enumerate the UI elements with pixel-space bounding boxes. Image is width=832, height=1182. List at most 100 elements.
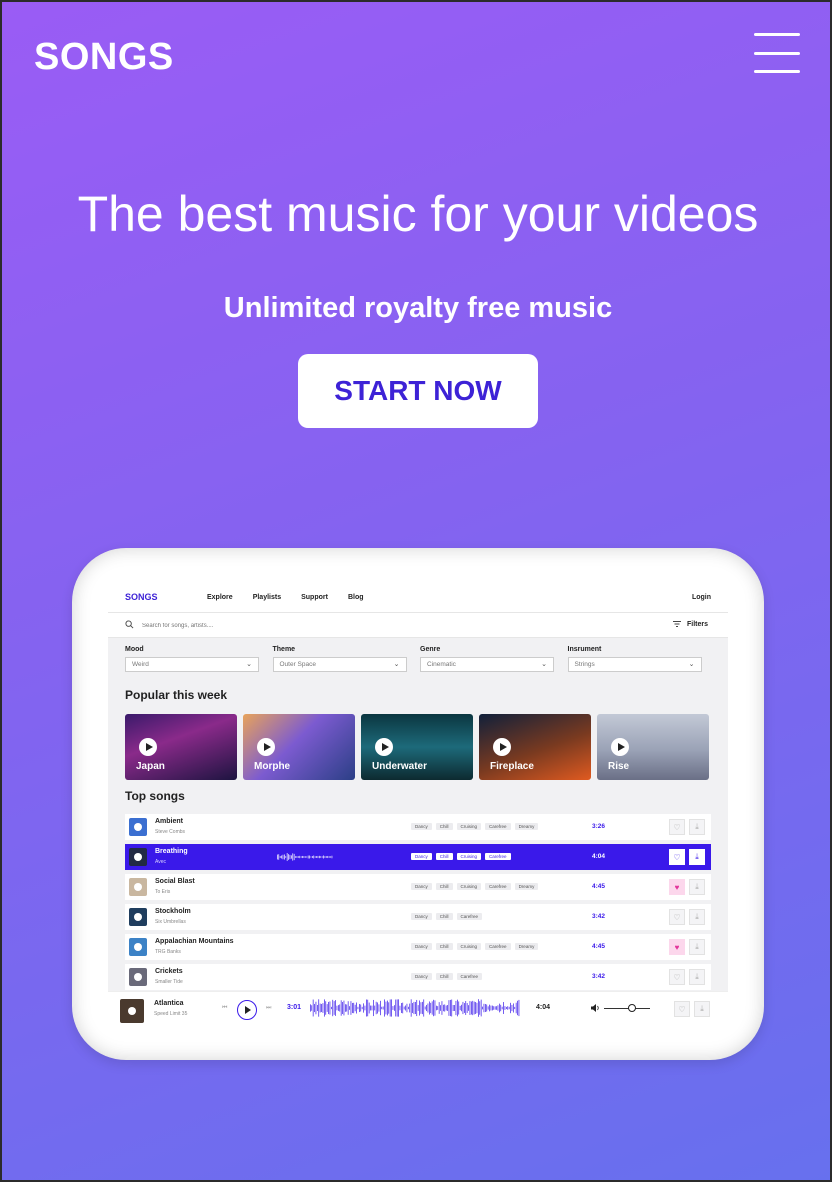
tag-badge[interactable]: Carefree bbox=[485, 883, 511, 890]
tag-badge[interactable]: Chill bbox=[435, 853, 453, 860]
top-songs-heading: Top songs bbox=[125, 789, 185, 803]
play-icon[interactable] bbox=[257, 738, 275, 756]
tag-badge[interactable]: Chill bbox=[435, 883, 453, 890]
heart-icon[interactable]: ♡ bbox=[669, 849, 685, 865]
volume-knob[interactable] bbox=[627, 1004, 636, 1012]
tag-badge[interactable]: Cruising bbox=[456, 883, 482, 890]
heart-icon[interactable]: ♡ bbox=[674, 1001, 690, 1017]
tag-badge[interactable]: Cruising bbox=[456, 853, 482, 860]
tag-badge[interactable]: Dancy bbox=[411, 943, 432, 950]
tag-badge[interactable]: Cruising bbox=[456, 823, 482, 830]
download-icon[interactable]: ⤓ bbox=[689, 939, 705, 955]
app-logo[interactable]: SONGS bbox=[125, 592, 158, 602]
play-icon[interactable] bbox=[611, 738, 629, 756]
filters-button[interactable]: Filters bbox=[672, 621, 708, 628]
play-icon[interactable] bbox=[493, 738, 511, 756]
song-row[interactable]: Stockholm Six Umbrellas Dancy Chill Carefree… bbox=[125, 904, 711, 930]
tag-badge[interactable]: Dancy bbox=[411, 823, 432, 830]
song-cover[interactable] bbox=[129, 878, 147, 896]
song-row[interactable]: Crickets Smaller Tide Dancy Chill Carefree 3:… bbox=[125, 964, 711, 990]
tag-badge[interactable]: Carefree bbox=[456, 913, 483, 920]
heart-icon[interactable]: ♡ bbox=[669, 909, 685, 925]
instrument-select[interactable]: Strings ⌄ bbox=[567, 657, 702, 672]
song-cover[interactable] bbox=[129, 818, 147, 836]
song-tags: Dancy Chill Cruising Carefree Dreamy bbox=[411, 943, 539, 950]
play-icon[interactable] bbox=[375, 738, 393, 756]
genre-select[interactable]: Cinematic ⌄ bbox=[420, 657, 554, 672]
tag-badge[interactable]: Dreamy bbox=[514, 883, 539, 890]
tag-badge[interactable]: Carefree bbox=[485, 823, 511, 830]
download-icon[interactable]: ⤓ bbox=[689, 849, 705, 865]
theme-select[interactable]: Outer Space ⌄ bbox=[272, 657, 407, 672]
popular-card[interactable]: Japan bbox=[125, 714, 237, 780]
song-cover[interactable] bbox=[129, 968, 147, 986]
popular-heading: Popular this week bbox=[125, 688, 228, 702]
song-title: Ambient bbox=[155, 818, 183, 825]
popular-card-title: Japan bbox=[136, 761, 165, 772]
previous-icon[interactable]: ⏮ bbox=[222, 1005, 227, 1012]
next-icon[interactable]: ⏭ bbox=[266, 1005, 271, 1012]
app-nav-links: Explore Playlists Support Blog bbox=[207, 594, 384, 601]
player-waveform[interactable] bbox=[310, 998, 522, 1018]
tag-badge[interactable]: Dancy bbox=[411, 883, 432, 890]
tag-badge[interactable]: Dancy bbox=[411, 913, 432, 920]
song-cover[interactable] bbox=[129, 908, 147, 926]
heart-icon[interactable]: ♥ bbox=[669, 939, 685, 955]
mood-select[interactable]: Weird ⌄ bbox=[125, 657, 259, 672]
popular-card[interactable]: Morphe bbox=[243, 714, 355, 780]
song-row[interactable]: Breathing Avec Dancy Chill Cruising Carefree 4… bbox=[125, 844, 711, 870]
popular-card-title: Morphe bbox=[254, 761, 291, 772]
mood-label: Mood bbox=[125, 646, 144, 653]
heart-icon[interactable]: ♡ bbox=[669, 969, 685, 985]
song-cover[interactable] bbox=[129, 938, 147, 956]
song-waveform[interactable] bbox=[277, 852, 333, 862]
tag-badge[interactable]: Carefree bbox=[456, 973, 483, 980]
heart-icon[interactable]: ♥ bbox=[669, 879, 685, 895]
tag-badge[interactable]: Dancy bbox=[411, 973, 432, 980]
tag-badge[interactable]: Dreamy bbox=[514, 823, 539, 830]
song-row[interactable]: Ambient Steve Combs Dancy Chill Cruising Care… bbox=[125, 814, 711, 840]
song-duration: 3:26 bbox=[592, 823, 606, 830]
tag-badge[interactable]: Chill bbox=[435, 823, 453, 830]
song-title: Social Blast bbox=[155, 878, 195, 885]
audio-player: Atlantica Speed Limit 35 ⏮ ⏭ 3:01 4:04 ♡… bbox=[108, 991, 728, 1028]
tag-badge[interactable]: Chill bbox=[435, 973, 453, 980]
hamburger-menu-icon[interactable] bbox=[754, 33, 800, 73]
login-link[interactable]: Login bbox=[692, 594, 711, 601]
tag-badge[interactable]: Chill bbox=[435, 913, 453, 920]
song-duration: 3:42 bbox=[592, 973, 606, 980]
popular-card[interactable]: Rise bbox=[597, 714, 709, 780]
song-row[interactable]: Social Blast To Eris Dancy Chill Cruising Car… bbox=[125, 874, 711, 900]
tag-badge[interactable]: Carefree bbox=[485, 943, 511, 950]
song-row[interactable]: Appalachian Mountains TRG Banks Dancy Chill… bbox=[125, 934, 711, 960]
download-icon[interactable]: ⤓ bbox=[689, 879, 705, 895]
tag-badge[interactable]: Chill bbox=[435, 943, 453, 950]
song-title: Stockholm bbox=[155, 908, 191, 915]
instrument-filter: Insrument Strings ⌄ bbox=[567, 646, 716, 678]
tag-badge[interactable]: Cruising bbox=[456, 943, 482, 950]
download-icon[interactable]: ⤓ bbox=[694, 1001, 710, 1017]
heart-icon[interactable]: ♡ bbox=[669, 819, 685, 835]
volume-icon[interactable] bbox=[590, 1003, 600, 1013]
nav-explore[interactable]: Explore bbox=[207, 594, 233, 601]
song-cover[interactable] bbox=[129, 848, 147, 866]
site-logo[interactable]: SONGS bbox=[34, 36, 174, 79]
nav-blog[interactable]: Blog bbox=[348, 594, 364, 601]
search-input[interactable] bbox=[142, 619, 542, 632]
song-duration: 4:04 bbox=[592, 853, 606, 860]
download-icon[interactable]: ⤓ bbox=[689, 969, 705, 985]
play-icon[interactable] bbox=[139, 738, 157, 756]
tag-badge[interactable]: Dancy bbox=[411, 853, 432, 860]
song-tags: Dancy Chill Carefree bbox=[411, 973, 483, 980]
nav-playlists[interactable]: Playlists bbox=[253, 594, 281, 601]
popular-card[interactable]: Fireplace bbox=[479, 714, 591, 780]
nav-support[interactable]: Support bbox=[301, 594, 328, 601]
download-icon[interactable]: ⤓ bbox=[689, 819, 705, 835]
start-now-button[interactable]: START NOW bbox=[298, 354, 538, 428]
tag-badge[interactable]: Carefree bbox=[485, 853, 511, 860]
popular-card[interactable]: Underwater bbox=[361, 714, 473, 780]
play-button[interactable] bbox=[237, 1000, 257, 1020]
tag-badge[interactable]: Dreamy bbox=[514, 943, 539, 950]
volume-slider[interactable] bbox=[604, 1008, 650, 1009]
download-icon[interactable]: ⤓ bbox=[689, 909, 705, 925]
